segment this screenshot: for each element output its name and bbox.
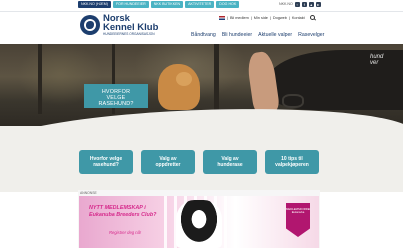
twitter-icon[interactable]: ▴ [308, 2, 314, 7]
social-label: NKK.NO [279, 2, 293, 6]
tab-activities[interactable]: AKTIVITETER [185, 1, 215, 8]
feature-button-why-purebred[interactable]: Hvorfor velge rasehund? [79, 150, 133, 174]
contact-link[interactable]: Kontakt [292, 16, 305, 20]
search-icon[interactable] [309, 15, 315, 20]
nav-item-leash-law[interactable]: Båndtvang [191, 32, 216, 38]
feature-button-choose-breed[interactable]: Valg av hunderase [203, 150, 257, 174]
bracelet [282, 94, 304, 108]
top-tabs: NKK.NO (HJEM) FOR HUNDEEIER NKK BUTIKKEN… [78, 1, 240, 8]
feature-button-puppy-tips[interactable]: 10 tips til valpekjøperen [265, 150, 319, 174]
page: NKK.NO (HJEM) FOR HUNDEEIER NKK BUTIKKEN… [0, 0, 403, 248]
tab-for-dog-owners[interactable]: FOR HUNDEEIER [112, 1, 149, 8]
social-links: NKK.NO ▫ f ▴ ▸ [279, 1, 321, 8]
ad-title[interactable]: NYTT MEDLEMSKAP i Eukanuba Breeders Club… [89, 205, 156, 218]
hero-script-text: hund ver [370, 54, 384, 66]
my-page-link[interactable]: Min side [254, 16, 268, 20]
join-link[interactable]: Bli medlem [230, 16, 249, 20]
logo-subtitle: HUNDEEIERNES ORGANISASJON [103, 32, 155, 36]
feature-button-choose-breeder[interactable]: Valg av oppdretter [141, 150, 195, 174]
ad-subtitle[interactable]: Registrer deg nå! [109, 230, 141, 235]
youtube-icon[interactable]: ▸ [315, 2, 321, 7]
features-section [0, 126, 403, 192]
logo-emblem[interactable] [80, 15, 100, 35]
logo-title[interactable]: Norsk Kennel Klub [103, 14, 158, 33]
tab-nkk-home[interactable]: NKK.NO (HJEM) [78, 1, 111, 8]
nav-item-puppies[interactable]: Aktuelle valper [258, 32, 292, 38]
dog-photo [158, 64, 200, 110]
nav-item-become-owner[interactable]: Bli hundeeier [222, 32, 252, 38]
ad-dog-photo [176, 200, 222, 248]
tab-nkk-shop[interactable]: NKK BUTIKKEN [150, 1, 184, 8]
facebook-icon[interactable]: f [301, 2, 307, 7]
dog-logo-icon [86, 21, 94, 29]
nav-item-breed-selector[interactable]: Rasevelger [298, 32, 324, 38]
site-header [0, 12, 403, 46]
dogweb-link[interactable]: Dogweb [273, 16, 287, 20]
instagram-icon[interactable]: ▫ [294, 2, 300, 7]
main-nav: Båndtvang Bli hundeeier Aktuelle valper … [191, 32, 324, 38]
utility-links: | Bli medlem | Min side | Dogweb | Kontakt [219, 15, 315, 20]
uk-flag-icon[interactable] [219, 15, 225, 20]
ad-label: ANNONSE [80, 191, 97, 195]
dog-head [176, 72, 192, 86]
hero-cta-box[interactable]: HVORFOR VELGE RASEHUND? [84, 84, 148, 108]
top-bar: NKK.NO (HJEM) FOR HUNDEEIER NKK BUTIKKEN… [0, 0, 403, 12]
tab-dog-hok[interactable]: DOG HOK [216, 1, 240, 8]
